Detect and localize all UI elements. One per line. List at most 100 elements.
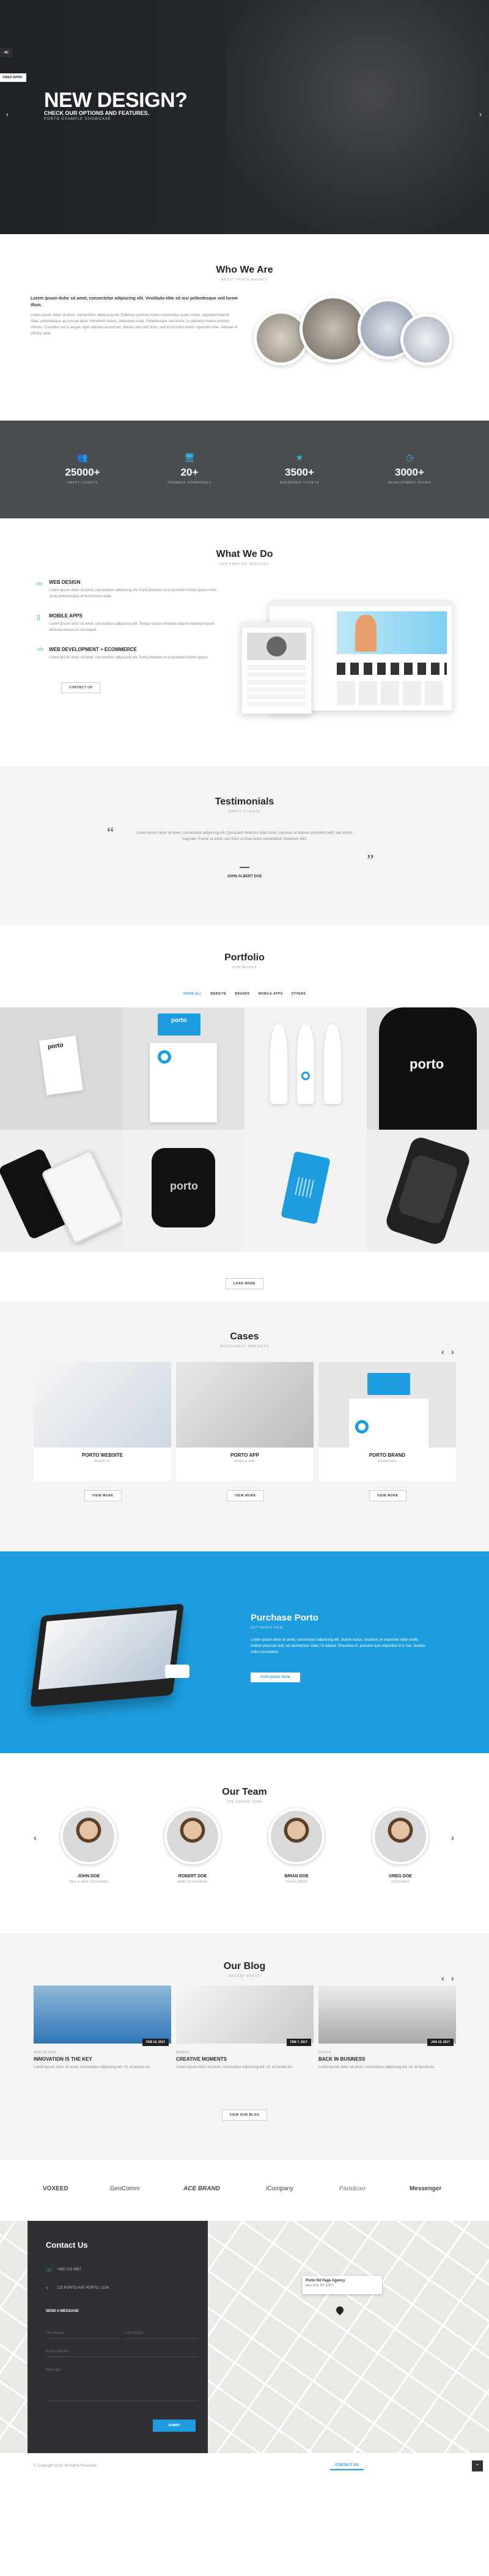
- side-menu-icon[interactable]: ≪: [0, 48, 12, 57]
- stats-section: 👥 25000+ HAPPY CLIENTS 🖥 20+ PREMADE HOM…: [0, 421, 489, 518]
- message-field[interactable]: Message: [46, 2364, 199, 2401]
- portfolio-filters: SHOW ALL WEBSITE BRANDS MOBILE APPS OTHE…: [0, 992, 489, 996]
- team-next-icon[interactable]: ›: [451, 1833, 454, 1842]
- blog-post[interactable]: JAN 15, 2017 OFFICE BACK IN BUSINESS Lor…: [318, 1985, 456, 2070]
- contact-us-tab[interactable]: CONTACT US: [330, 2462, 364, 2470]
- case-card[interactable]: PORTO BRAND BRANDING: [318, 1362, 456, 1481]
- hero-subtitle: CHECK OUR OPTIONS AND FEATURES.: [44, 110, 150, 116]
- what-we-do-section: What We Do OUR AMAZING SERVICES ▭ WEB DE…: [0, 518, 489, 766]
- email-field[interactable]: Email Address: [46, 2346, 199, 2357]
- section-subtitle: ABOUT PORTO AGENCY: [221, 278, 268, 282]
- section-subtitle: HAPPY CLIENTS: [228, 810, 261, 814]
- team-member[interactable]: ROBERT DOE WEB DEVELOPER: [147, 1808, 238, 1884]
- last-name-field[interactable]: Last Name: [125, 2328, 199, 2339]
- portfolio-item[interactable]: [244, 1130, 367, 1252]
- contact-section: Porto Rd Page Agency New York, NY 10017 …: [0, 2221, 489, 2453]
- filter-mobile-apps[interactable]: MOBILE APPS: [259, 992, 283, 996]
- monitor-icon: 🖥: [184, 452, 195, 462]
- testimonials-section: Testimonials HAPPY CLIENTS “ ” Lorem ips…: [0, 766, 489, 925]
- filter-show-all[interactable]: SHOW ALL: [183, 992, 202, 996]
- section-title: Our Team: [222, 1787, 267, 1797]
- portfolio-item[interactable]: [0, 1130, 125, 1252]
- slider-next-icon[interactable]: ›: [479, 110, 482, 119]
- section-subtitle: SUCCESSFUL PROJECTS: [219, 1345, 270, 1349]
- client-logo: Messenger: [410, 2185, 442, 2192]
- team-member[interactable]: GREG DOE DESIGNER: [355, 1808, 446, 1884]
- who-lead: Lorem ipsum dolor sit amet, consectetur …: [31, 296, 238, 307]
- users-icon: 👥: [77, 452, 88, 462]
- testimonial-quote: Lorem ipsum dolor sit amet, consectetur …: [136, 831, 353, 841]
- view-more-button[interactable]: VIEW MORE: [227, 1490, 264, 1501]
- contact-title: Contact Us: [46, 2240, 88, 2250]
- case-card[interactable]: PORTO APP MOBILE APP: [176, 1362, 314, 1481]
- filter-website[interactable]: WEBSITE: [210, 992, 226, 996]
- section-subtitle: THE DREAM TEAM: [226, 1800, 263, 1804]
- product-page-mockup: [241, 622, 312, 714]
- section-title: What We Do: [216, 549, 273, 559]
- avatar: [372, 1808, 428, 1864]
- who-body: Lorem ipsum dolor sit amet, consectetur …: [31, 314, 238, 336]
- filter-brands[interactable]: BRANDS: [235, 992, 249, 996]
- team-member[interactable]: JOHN DOE CEO & WEB DESIGNER: [43, 1808, 134, 1884]
- first-name-field[interactable]: First Name: [46, 2328, 119, 2339]
- submit-button[interactable]: SUBMIT: [153, 2420, 196, 2432]
- avatar: [268, 1808, 325, 1864]
- view-more-button[interactable]: VIEW MORE: [84, 1490, 122, 1501]
- cases-next-icon[interactable]: ›: [451, 1347, 454, 1356]
- portfolio-item[interactable]: [244, 1007, 367, 1130]
- section-subtitle: OUR WORKS: [232, 966, 257, 970]
- clock-icon: ◷: [405, 452, 414, 462]
- blog-post[interactable]: FEB 14, 2017 WEB DESIGN INNOVATION IS TH…: [34, 1985, 171, 2070]
- portfolio-section: Portfolio OUR WORKS SHOW ALL WEBSITE BRA…: [0, 925, 489, 1301]
- blog-section: Our Blog RECENT POSTS ‹ › FEB 14, 2017 W…: [0, 1934, 489, 2160]
- avatar: [164, 1808, 221, 1864]
- portfolio-item[interactable]: porto: [367, 1007, 489, 1130]
- footer: © Copyright 2018. All Rights Reserved. C…: [0, 2453, 489, 2480]
- video-intro-button[interactable]: VIDEO INTRO: [0, 73, 26, 82]
- team-prev-icon[interactable]: ‹: [34, 1833, 37, 1842]
- post-date: JAN 15, 2017: [427, 2039, 454, 2046]
- purchase-button[interactable]: PURCHASE NOW: [251, 1673, 300, 1682]
- case-card[interactable]: PORTO WEBSITE WEBSITE: [34, 1362, 171, 1481]
- quote-open-icon: “: [107, 824, 114, 842]
- view-more-button[interactable]: VIEW MORE: [369, 1490, 406, 1501]
- service-mobile-apps: ▯ MOBILE APPS Lorem ipsum dolor sit amet…: [37, 613, 215, 632]
- load-more-button[interactable]: LOAD MORE: [226, 1278, 263, 1289]
- contact-us-button[interactable]: CONTACT US: [61, 682, 101, 693]
- service-web-development: </> WEB DEVELOPMENT + ECOMMERCE Lorem ip…: [37, 647, 209, 660]
- portfolio-item[interactable]: porto: [122, 1130, 244, 1252]
- cases-section: Cases SUCCESSFUL PROJECTS ‹ › PORTO WEBS…: [0, 1301, 489, 1551]
- post-date: FEB 14, 2017: [142, 2039, 169, 2046]
- star-icon: ★: [295, 452, 304, 462]
- portfolio-item[interactable]: [367, 1130, 489, 1252]
- view-blog-button[interactable]: VIEW OUR BLOG: [221, 2110, 268, 2121]
- team-section: Our Team THE DREAM TEAM ‹ › JOHN DOE CEO…: [0, 1753, 489, 1934]
- team-member[interactable]: BRIAN DOE DEVELOPER: [251, 1808, 342, 1884]
- blog-next-icon[interactable]: ›: [451, 1973, 454, 1983]
- blog-prev-icon[interactable]: ‹: [441, 1973, 444, 1983]
- cases-prev-icon[interactable]: ‹: [441, 1347, 444, 1356]
- section-title: Cases: [230, 1331, 259, 1342]
- filter-others[interactable]: OTHERS: [292, 992, 306, 996]
- purchase-text: Lorem ipsum dolor sit amet, consectetur …: [251, 1638, 425, 1654]
- screen-icon: ▭: [37, 580, 43, 587]
- portfolio-item[interactable]: porto: [0, 1007, 122, 1130]
- testimonial-author: JOHN ALBERT DOE: [227, 875, 262, 878]
- client-logo: ACE BRAND: [183, 2185, 220, 2192]
- client-logo: VOXEED: [43, 2185, 68, 2192]
- code-icon: </>: [37, 647, 44, 652]
- blog-post[interactable]: FEB 7, 2017 MOBILE CREATIVE MOMENTS Lore…: [176, 1985, 314, 2070]
- portfolio-item[interactable]: porto: [122, 1007, 244, 1130]
- hero-slider: ≪ VIDEO INTRO ‹ › NEW DESIGN? CHECK OUR …: [0, 0, 489, 234]
- client-logo: iCompany: [266, 2185, 294, 2192]
- send-message-title: SEND A MESSAGE: [46, 2309, 79, 2313]
- contact-phone: +800 123 4567: [57, 2268, 82, 2272]
- contact-address: 123 PORTO AVE PORTO, 1234: [57, 2286, 109, 2290]
- scroll-top-icon[interactable]: ⌃: [472, 2460, 483, 2471]
- purchase-section: Purchase Porto GET READY NOW Lorem ipsum…: [0, 1551, 489, 1753]
- client-logo: Paradoxo: [339, 2185, 366, 2192]
- avatar: [61, 1808, 117, 1864]
- slider-prev-icon[interactable]: ‹: [6, 110, 9, 119]
- stat-hours: ◷ 3000+ DEVELOPMENT HOURS: [373, 452, 446, 485]
- laptop-mockup: [29, 1603, 185, 1707]
